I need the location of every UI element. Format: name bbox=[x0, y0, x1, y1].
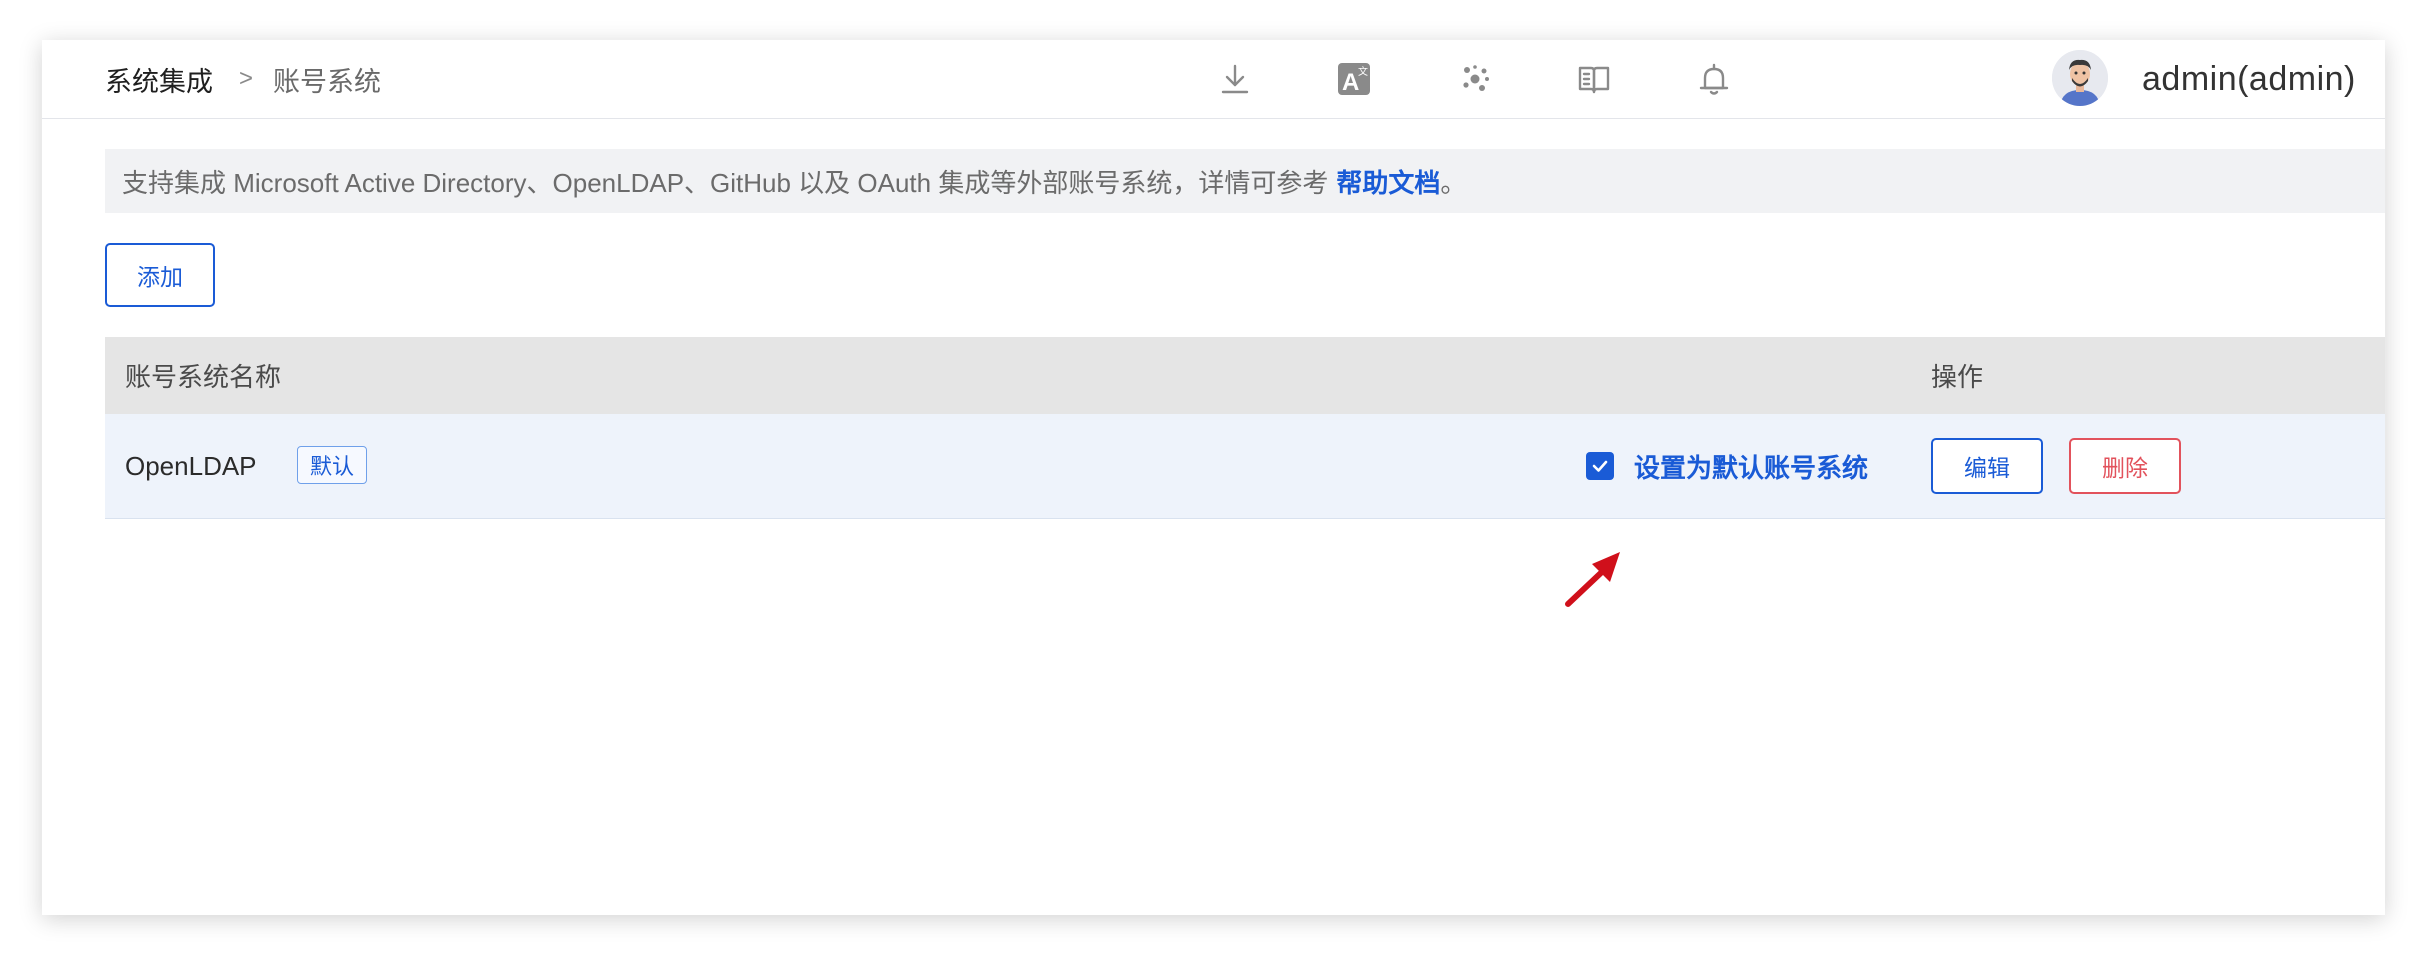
notice-suffix: 。 bbox=[1440, 167, 1467, 198]
notice-text: 支持集成 Microsoft Active Directory、OpenLDAP… bbox=[122, 167, 1329, 198]
help-docs-link[interactable]: 帮助文档 bbox=[1336, 163, 1440, 200]
delete-button[interactable]: 删除 bbox=[2069, 438, 2181, 494]
info-notice: 支持集成 Microsoft Active Directory、OpenLDAP… bbox=[105, 149, 2385, 213]
account-system-name: OpenLDAP bbox=[125, 450, 257, 481]
svg-text:A: A bbox=[1342, 69, 1359, 96]
column-header-ops: 操作 bbox=[1931, 362, 1984, 392]
set-default-label[interactable]: 设置为默认账号系统 bbox=[1634, 448, 1868, 485]
table-row: OpenLDAP 默认 设置为默认账号系统 编辑 删除 bbox=[105, 414, 2385, 519]
breadcrumb-parent[interactable]: 系统集成 bbox=[105, 60, 213, 99]
column-header-name: 账号系统名称 bbox=[125, 362, 282, 392]
svg-text:文: 文 bbox=[1358, 65, 1368, 78]
breadcrumb-current: 账号系统 bbox=[273, 66, 382, 97]
top-header: 系统集成 > 账号系统 A 文 admin(admin) bbox=[42, 40, 2385, 119]
apps-icon[interactable] bbox=[1455, 59, 1495, 99]
bell-icon[interactable] bbox=[1694, 59, 1734, 99]
docs-icon[interactable] bbox=[1574, 59, 1614, 99]
avatar[interactable] bbox=[2052, 50, 2108, 106]
set-default-checkbox[interactable]: 设置为默认账号系统 bbox=[1586, 414, 1868, 518]
edit-button[interactable]: 编辑 bbox=[1931, 438, 2043, 494]
add-button[interactable]: 添加 bbox=[105, 243, 215, 307]
translate-icon[interactable]: A 文 bbox=[1334, 59, 1374, 99]
table-header: 账号系统名称 操作 bbox=[105, 337, 2385, 414]
breadcrumb-separator: > bbox=[239, 65, 254, 92]
breadcrumb: 系统集成 > 账号系统 bbox=[105, 40, 381, 118]
checkbox-checked-icon[interactable] bbox=[1586, 452, 1614, 480]
app-window: 系统集成 > 账号系统 A 文 admin(admin) 支持集成 Micros… bbox=[42, 40, 2385, 915]
annotation-arrow-icon bbox=[1565, 552, 1620, 607]
user-menu[interactable]: admin(admin) bbox=[2142, 40, 2356, 118]
download-icon[interactable] bbox=[1215, 59, 1255, 99]
default-tag: 默认 bbox=[297, 446, 367, 484]
